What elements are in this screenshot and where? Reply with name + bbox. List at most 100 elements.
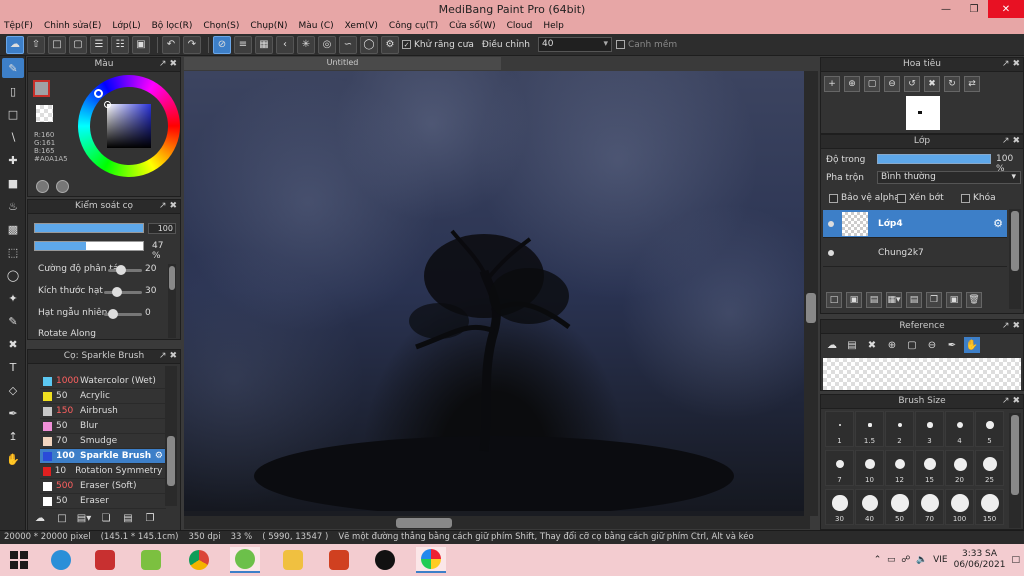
comment-icon[interactable]: □ <box>48 35 66 54</box>
canvas-vertical-scrollbar[interactable] <box>804 71 818 516</box>
eye-icon[interactable] <box>828 249 834 256</box>
brush-list-scrollbar[interactable] <box>165 366 177 506</box>
menu-view[interactable]: Xem(V) <box>345 21 378 31</box>
layer-opacity-slider[interactable] <box>877 154 991 164</box>
radial-snap-icon[interactable]: ✳ <box>297 35 315 54</box>
brush-size-preset[interactable]: 3 <box>915 411 944 447</box>
share-icon[interactable]: ⇧ <box>27 35 45 54</box>
new-brush-icon[interactable]: □ <box>54 510 70 526</box>
panel-pin-close-icon[interactable]: ↗ ✖ <box>159 200 177 213</box>
windows-start-button[interactable] <box>4 547 34 573</box>
gear-icon[interactable]: ⚙ <box>993 217 1003 230</box>
protect-alpha-checkbox[interactable] <box>829 193 838 203</box>
lock-toggle[interactable]: Khóa <box>961 193 996 203</box>
eyedropper-icon[interactable]: ✒ <box>944 337 960 353</box>
lock-checkbox[interactable] <box>961 193 970 203</box>
brush-size-preset[interactable]: 2 <box>885 411 914 447</box>
brush-size-preset[interactable]: 1.5 <box>855 411 884 447</box>
layer-row[interactable]: Lớp4 ⚙ <box>823 210 1007 238</box>
eyedropper-tool-icon[interactable]: ↥ <box>2 426 24 446</box>
menu-select[interactable]: Chọn(S) <box>203 21 239 31</box>
bucket-tool-icon[interactable]: ♨ <box>2 196 24 216</box>
brush-size-preset[interactable]: 30 <box>825 489 854 525</box>
text-tool-icon[interactable]: T <box>2 357 24 377</box>
zoom-in-icon[interactable]: ⊕ <box>884 337 900 353</box>
sv-picker-handle[interactable] <box>104 101 111 108</box>
divide-tool-icon[interactable]: ◇ <box>2 380 24 400</box>
foreground-color-swatch[interactable] <box>33 80 50 97</box>
vanishing-snap-icon[interactable]: ‹ <box>276 35 294 54</box>
minimize-button[interactable]: — <box>932 0 960 18</box>
brush-list-item[interactable]: 100 Sparkle Brush ⚙ <box>40 449 166 464</box>
brush-size-preset[interactable]: 40 <box>855 489 884 525</box>
cloud-upload-icon[interactable]: ☁ <box>824 337 840 353</box>
settings-icon[interactable]: ⚙ <box>381 35 399 54</box>
circle-snap-icon[interactable]: ◎ <box>318 35 336 54</box>
hand-tool-icon[interactable]: ✋ <box>2 449 24 469</box>
close-reference-icon[interactable]: ✖ <box>864 337 880 353</box>
brush-size-scrollbar[interactable] <box>1009 413 1021 528</box>
maximize-button[interactable]: ❐ <box>960 0 988 18</box>
canvas-artwork[interactable] <box>184 71 804 516</box>
brush-size-preset[interactable]: 25 <box>975 450 1004 486</box>
param-scatter-slider[interactable] <box>108 265 142 275</box>
menu-layer[interactable]: Lớp(L) <box>112 21 140 31</box>
menu-edit[interactable]: Chỉnh sửa(E) <box>44 21 101 31</box>
brush-size-preset[interactable]: 7 <box>825 450 854 486</box>
brush-list-item[interactable]: 70 Smudge <box>40 434 166 449</box>
blend-mode-select[interactable]: Bình thường ▾ <box>877 171 1021 184</box>
reset-rotate-icon[interactable]: ✖ <box>924 76 940 92</box>
menu-file[interactable]: Tệp(F) <box>4 21 33 31</box>
clock[interactable]: 3:33 SA 06/06/2021 <box>954 549 1006 571</box>
color-mode-icon[interactable] <box>56 180 69 193</box>
document-icon[interactable]: ☰ <box>90 35 108 54</box>
chevron-up-icon[interactable]: ⌃ <box>874 555 882 565</box>
zoom-in-more-icon[interactable]: ⊕ <box>844 76 860 92</box>
canvas-tab[interactable]: Untitled <box>184 57 501 70</box>
taskbar-medibang[interactable] <box>416 547 446 573</box>
network-icon[interactable]: ☍ <box>901 555 910 565</box>
brush-size-preset[interactable]: 4 <box>945 411 974 447</box>
menu-snap[interactable]: Chụp(N) <box>250 21 287 31</box>
brush-size-preset[interactable]: 12 <box>885 450 914 486</box>
move-tool-icon[interactable]: ✚ <box>2 150 24 170</box>
cloud-download-icon[interactable]: ☁ <box>32 510 48 526</box>
reference-canvas[interactable] <box>823 358 1021 390</box>
canvas-horizontal-scrollbar[interactable] <box>184 516 810 529</box>
scrollbar-thumb[interactable] <box>806 293 816 323</box>
taskbar-chrome[interactable] <box>184 547 214 573</box>
navigator-preview[interactable] <box>906 96 940 130</box>
brush-list-item[interactable]: 500 Eraser (Soft) <box>40 479 166 494</box>
fill-rect-tool-icon[interactable]: ■ <box>2 173 24 193</box>
select-tool-icon[interactable]: ⬚ <box>2 242 24 262</box>
redo-icon[interactable]: ↷ <box>183 35 201 54</box>
scrollbar-thumb[interactable] <box>1011 415 1019 495</box>
shape-tool-icon[interactable]: □ <box>2 104 24 124</box>
palette-icon[interactable] <box>36 180 49 193</box>
delete-layer-icon[interactable]: 🗑 <box>966 292 982 308</box>
volume-icon[interactable]: 🔈 <box>916 555 927 565</box>
select-eraser-tool-icon[interactable]: ✖ <box>2 334 24 354</box>
brush-list-item[interactable]: 10 Rotation Symmetry Pen <box>40 464 166 479</box>
menu-color[interactable]: Màu (C) <box>299 21 334 31</box>
lasso-tool-icon[interactable]: ◯ <box>2 265 24 285</box>
canvas-area[interactable] <box>184 71 810 516</box>
scrollbar-thumb[interactable] <box>167 436 175 486</box>
panel-pin-close-icon[interactable]: ↗ ✖ <box>1002 320 1020 333</box>
open-folder-icon[interactable]: ▤ <box>844 337 860 353</box>
notification-icon[interactable]: □ <box>1011 555 1020 565</box>
taskbar-green-app[interactable] <box>230 547 260 573</box>
brush-size-track[interactable] <box>34 223 144 233</box>
brush-size-preset[interactable]: 1 <box>825 411 854 447</box>
slider-knob[interactable] <box>116 265 126 275</box>
dropper-tool-icon[interactable]: ✒ <box>2 403 24 423</box>
duplicate-brush-icon[interactable]: ❏ <box>98 510 114 526</box>
param-random-slider[interactable] <box>104 309 142 319</box>
protect-alpha-toggle[interactable]: Bảo vệ alpha <box>829 193 900 203</box>
brush-list-item[interactable]: 150 Airbrush <box>40 404 166 419</box>
brush-list-item[interactable]: 50 Blur <box>40 419 166 434</box>
zoom-in-icon[interactable]: + <box>824 76 840 92</box>
brush-tool-icon[interactable]: ✎ <box>2 58 24 78</box>
hue-picker-handle[interactable] <box>94 89 103 98</box>
layer-row[interactable]: Chung2k7 <box>823 239 1007 267</box>
